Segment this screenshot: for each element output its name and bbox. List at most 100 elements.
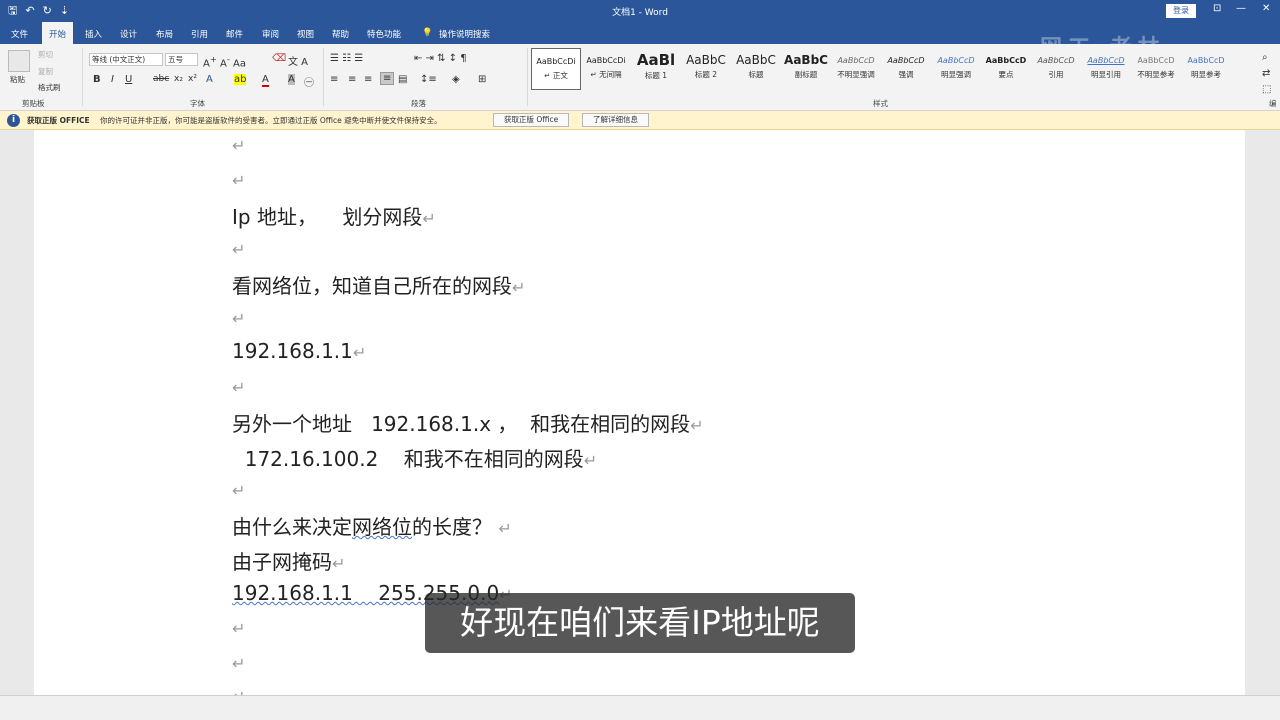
paste-icon[interactable] bbox=[8, 50, 30, 72]
clear-format-icon[interactable]: ⌫ bbox=[272, 53, 286, 64]
indent-icon[interactable]: ⇤ ⇥ ⇅ ↕ ¶ bbox=[414, 53, 467, 64]
superscript-icon[interactable]: x² bbox=[188, 74, 197, 84]
text-effects-icon[interactable]: A bbox=[206, 74, 213, 85]
find-icon[interactable]: ⌕ bbox=[1262, 52, 1268, 63]
shading-icon[interactable]: ◈ bbox=[452, 74, 460, 85]
warning-title: 获取正版 OFFICE bbox=[27, 116, 90, 125]
tab-insert[interactable]: 插入 bbox=[85, 28, 102, 40]
tab-layout[interactable]: 布局 bbox=[156, 28, 173, 40]
style-name: 要点 bbox=[998, 70, 1014, 79]
empty-paragraph: ↵ bbox=[232, 171, 246, 190]
tab-special-features[interactable]: 特色功能 bbox=[367, 28, 401, 40]
underline-icon[interactable]: U bbox=[125, 74, 132, 85]
tab-review[interactable]: 审阅 bbox=[262, 28, 279, 40]
style-preview: AaBl bbox=[636, 51, 676, 69]
video-subtitle: 好现在咱们来看IP地址呢 bbox=[425, 593, 855, 653]
cut-button[interactable]: 剪切 bbox=[38, 49, 53, 60]
enclose-char-icon[interactable]: ㊀ bbox=[304, 74, 314, 89]
select-icon[interactable]: ⬚ bbox=[1262, 84, 1271, 95]
style-preview: AaBbCcD bbox=[1137, 56, 1175, 65]
style-preview: AaBbCcD bbox=[1037, 56, 1075, 65]
style-preview: AaBbCcDi bbox=[586, 56, 626, 65]
align-center-icon[interactable]: ≡ bbox=[348, 74, 356, 85]
bullets-icon[interactable]: ☰ ☷ ☰ bbox=[330, 53, 363, 64]
tab-file[interactable]: 文件 bbox=[11, 28, 28, 40]
style-subtle-reference[interactable]: AaBbCcD 不明显参考 bbox=[1131, 48, 1181, 90]
minimize-icon[interactable]: — bbox=[1236, 3, 1246, 14]
close-icon[interactable]: ✕ bbox=[1262, 3, 1270, 14]
subscript-icon[interactable]: x₂ bbox=[174, 74, 183, 84]
styles-group-label: 样式 bbox=[873, 99, 888, 108]
italic-icon[interactable]: I bbox=[111, 74, 114, 85]
style-preview: AaBbC bbox=[686, 53, 726, 67]
align-left-icon[interactable]: ≡ bbox=[330, 74, 338, 85]
distributed-icon[interactable]: ▤ bbox=[398, 74, 407, 85]
style-heading-2[interactable]: AaBbC 标题 2 bbox=[681, 48, 731, 90]
style-intense-reference[interactable]: AaBbCcD 明显参考 bbox=[1181, 48, 1231, 90]
style-name: 标题 2 bbox=[694, 70, 718, 79]
tab-design[interactable]: 设计 bbox=[120, 28, 137, 40]
paragraph: 172.16.100.2 和我不在相同的网段↵ bbox=[232, 447, 598, 471]
tab-mailings[interactable]: 邮件 bbox=[226, 28, 243, 40]
style-subtitle[interactable]: AaBbC 副标题 bbox=[781, 48, 831, 90]
tell-me-search[interactable]: 操作说明搜索 bbox=[439, 28, 490, 40]
empty-paragraph: ↵ bbox=[232, 136, 246, 155]
clipboard-group-label: 剪贴板 bbox=[22, 99, 45, 108]
divider bbox=[323, 48, 324, 106]
font-name-select[interactable]: 等线 (中文正文) bbox=[89, 53, 163, 66]
highlight-color-icon[interactable]: ab bbox=[234, 74, 247, 85]
style-preview: AaBbCcD bbox=[937, 56, 975, 65]
login-button[interactable]: 登录 bbox=[1166, 4, 1196, 18]
style-title[interactable]: AaBbC 标题 bbox=[731, 48, 781, 90]
style-emphasis[interactable]: AaBbCcD 强调 bbox=[881, 48, 931, 90]
strikethrough-icon[interactable]: abc bbox=[153, 74, 169, 84]
style-preview: AaBbC bbox=[736, 53, 776, 67]
divider bbox=[527, 48, 528, 106]
borders-icon[interactable]: ⊞ bbox=[478, 74, 486, 85]
style-no-spacing[interactable]: AaBbCcDi ↵ 无间隔 bbox=[581, 48, 631, 90]
style-name: 标题 bbox=[748, 70, 764, 79]
style-name: 副标题 bbox=[794, 70, 818, 79]
grow-font-icon[interactable]: A+ A- Aa bbox=[203, 54, 246, 69]
style-intense-emphasis[interactable]: AaBbCcD 明显强调 bbox=[931, 48, 981, 90]
title-bar: 🖫 ↶ ↻ ⇣ 文档1 - Word 登录 ⊡ — ✕ bbox=[0, 0, 1280, 22]
style-preview: AaBbCcD bbox=[837, 56, 875, 65]
char-shading-icon[interactable]: A bbox=[288, 74, 295, 85]
learn-more-button[interactable]: 了解详细信息 bbox=[582, 113, 649, 127]
phonetic-guide-icon[interactable]: 文 A bbox=[288, 53, 308, 68]
style-strong[interactable]: AaBbCcD 要点 bbox=[981, 48, 1031, 90]
copy-button[interactable]: 复制 bbox=[38, 66, 53, 77]
spellcheck-underline: 网络位 bbox=[352, 515, 412, 539]
style-preview: AaBbC bbox=[784, 53, 828, 67]
empty-paragraph: ↵ bbox=[232, 309, 246, 328]
style-preview: AaBbCcD bbox=[985, 56, 1027, 65]
tab-help[interactable]: 帮助 bbox=[332, 28, 349, 40]
line-spacing-icon[interactable]: ↕≡ bbox=[420, 74, 437, 85]
style-preview: AaBbCcD bbox=[1187, 56, 1225, 65]
style-preview: AaBbCcDi bbox=[536, 57, 576, 66]
font-size-select[interactable]: 五号 bbox=[165, 53, 198, 66]
font-color-icon[interactable]: A bbox=[262, 74, 269, 87]
style-normal[interactable]: AaBbCcDi ↵ 正文 bbox=[531, 48, 581, 90]
tab-references[interactable]: 引用 bbox=[191, 28, 208, 40]
align-right-icon[interactable]: ≡ bbox=[364, 74, 372, 85]
tab-view[interactable]: 视图 bbox=[297, 28, 314, 40]
tab-home[interactable]: 开始 bbox=[42, 22, 74, 44]
style-intense-quote[interactable]: AaBbCcD 明显引用 bbox=[1081, 48, 1131, 90]
font-group-label: 字体 bbox=[190, 99, 205, 108]
get-genuine-office-button[interactable]: 获取正版 Office bbox=[493, 113, 570, 127]
paste-button[interactable]: 粘贴 bbox=[10, 74, 25, 85]
warning-message: 你的许可证并非正版，你可能是盗版软件的受害者。立即通过正版 Office 避免中… bbox=[100, 116, 442, 125]
style-quote[interactable]: AaBbCcD 引用 bbox=[1031, 48, 1081, 90]
justify-icon[interactable]: ≡ bbox=[380, 72, 395, 85]
style-name: 不明显参考 bbox=[1137, 70, 1175, 79]
style-subtle-emphasis[interactable]: AaBbCcD 不明显强调 bbox=[831, 48, 881, 90]
bold-icon[interactable]: B bbox=[93, 74, 101, 85]
status-bar bbox=[0, 695, 1280, 720]
style-heading-1[interactable]: AaBl 标题 1 bbox=[631, 48, 681, 90]
ribbon-display-options-icon[interactable]: ⊡ bbox=[1213, 3, 1221, 14]
replace-icon[interactable]: ⇄ bbox=[1262, 68, 1270, 79]
editing-group-label: 编 bbox=[1269, 99, 1277, 108]
format-painter-button[interactable]: 格式刷 bbox=[38, 82, 61, 93]
lightbulb-icon: 💡 bbox=[422, 28, 433, 38]
